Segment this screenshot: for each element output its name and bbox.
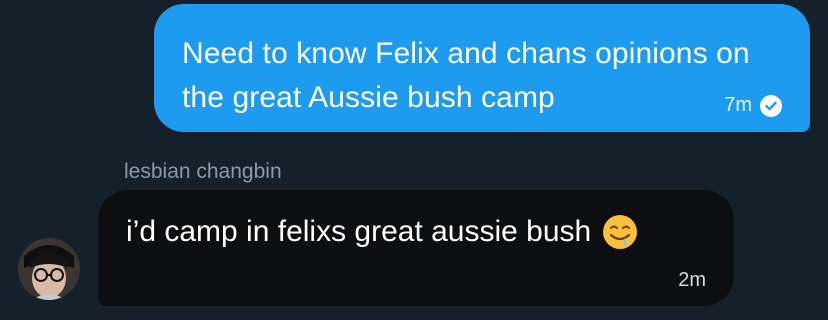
outgoing-message-text: Need to know Felix and chans opinions on… (182, 37, 750, 114)
outgoing-message-meta: 7m (724, 94, 782, 117)
outgoing-message-time: 7m (724, 94, 752, 116)
sender-name: lesbian changbin (124, 160, 282, 183)
drooling-face-emoji-icon (601, 213, 639, 251)
check-circle-icon (760, 94, 782, 117)
incoming-message-content: i’d camp in felixs great aussie bush (126, 210, 706, 254)
incoming-message-time: 2m (678, 269, 706, 291)
incoming-message-bubble[interactable]: i’d camp in felixs great aussie bush 2m (98, 190, 734, 306)
outgoing-message-bubble[interactable]: Need to know Felix and chans opinions on… (154, 4, 810, 132)
incoming-message-text: i’d camp in felixs great aussie bush (126, 215, 592, 248)
avatar-image (18, 238, 80, 300)
avatar[interactable] (18, 238, 80, 300)
